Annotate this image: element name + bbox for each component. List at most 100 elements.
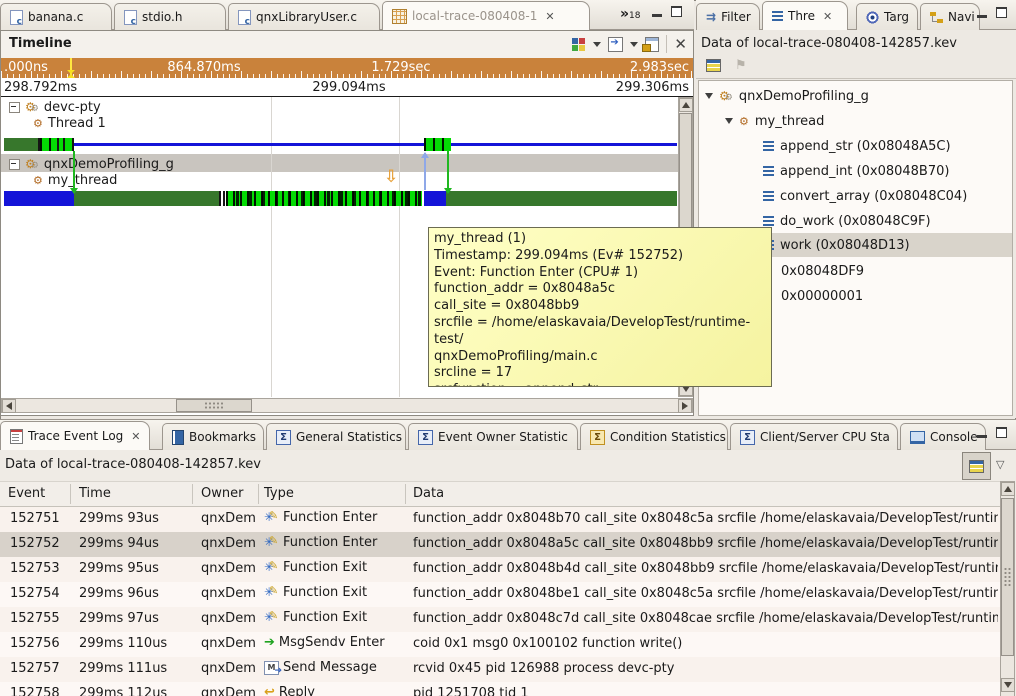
tab-condition-statistics[interactable]: Σ Condition Statistics xyxy=(580,423,728,450)
timeline-row-qnxdemoprofiling[interactable]: qnxDemoProfiling_g xyxy=(9,157,174,172)
timeline-state-segment xyxy=(219,191,221,206)
collapse-icon[interactable] xyxy=(9,159,20,170)
editor-tab-overflow-chevron[interactable]: »18 xyxy=(620,6,641,22)
chevron-down-icon[interactable] xyxy=(630,42,638,47)
column-header-owner[interactable]: Owner xyxy=(201,486,243,501)
minimize-icon[interactable] xyxy=(977,435,987,438)
tree-item-thread[interactable]: my_thread xyxy=(725,109,1012,133)
maximize-icon[interactable] xyxy=(996,427,1007,438)
scroll-up-icon[interactable] xyxy=(679,98,693,112)
tab-label: Trace Event Log xyxy=(28,429,123,443)
tree-item-function[interactable]: convert_array (0x08048C04) xyxy=(763,184,1012,208)
tab-label: Filter xyxy=(721,10,751,24)
tab-target[interactable]: Targ xyxy=(856,3,918,30)
editor-tab-local-trace[interactable]: local-trace-080408-1 ✕ xyxy=(382,1,590,30)
timeline-hscrollbar[interactable] xyxy=(1,398,693,413)
event-row-152755[interactable]: 152755299ms 97usqnxDemoProfiling_gFuncti… xyxy=(0,607,1000,632)
expander-open-icon[interactable] xyxy=(725,118,733,124)
toggle-table-view-button[interactable] xyxy=(962,452,991,480)
right-panel-toolbar xyxy=(696,52,1016,79)
cell-owner: qnxDemoProfiling_g xyxy=(201,561,256,576)
column-header-type[interactable]: Type xyxy=(264,486,294,501)
tree-item-address[interactable]: 0x00000001 xyxy=(781,284,1012,308)
tab-console[interactable]: Console xyxy=(900,423,986,450)
sigma-icon: Σ xyxy=(418,430,433,445)
minimize-icon[interactable] xyxy=(977,15,987,18)
column-divider[interactable] xyxy=(192,484,193,504)
tab-bookmarks[interactable]: Bookmarks xyxy=(162,423,264,450)
scroll-left-icon[interactable] xyxy=(2,399,16,413)
event-row-152752[interactable]: 152752299ms 94usqnxDemoProfiling_gFuncti… xyxy=(0,532,1000,557)
scroll-up-icon[interactable] xyxy=(1001,482,1015,496)
scroll-thumb[interactable] xyxy=(1001,498,1014,656)
tree-item-label: 0x08048DF9 xyxy=(781,264,864,279)
scroll-thumb[interactable] xyxy=(176,399,252,412)
close-icon[interactable]: ✕ xyxy=(131,430,140,443)
tab-label: Console xyxy=(930,430,978,444)
event-row-152757[interactable]: 152757299ms 111usqnxDemoProfiling_gSend … xyxy=(0,657,1000,682)
column-header-data[interactable]: Data xyxy=(413,486,444,501)
maximize-icon[interactable] xyxy=(996,7,1007,18)
list-icon xyxy=(772,11,783,21)
tab-filter[interactable]: Filter xyxy=(696,3,760,30)
timeline-row-my-thread[interactable]: my_thread xyxy=(33,173,117,188)
close-icon[interactable]: ✕ xyxy=(674,35,687,53)
close-icon[interactable]: ✕ xyxy=(823,10,832,23)
editor-tab-label: banana.c xyxy=(28,10,83,24)
scroll-down-icon[interactable] xyxy=(1001,678,1015,692)
tab-trace-event-log[interactable]: Trace Event Log ✕ xyxy=(0,421,150,450)
tab-event-owner-statistic[interactable]: Σ Event Owner Statistic xyxy=(408,423,578,450)
timeline-row-thread1[interactable]: Thread 1 xyxy=(33,116,106,131)
lock-sync-icon[interactable] xyxy=(645,37,659,52)
cell-data: function_addr 0x8048c7d call_site 0x8048… xyxy=(413,611,998,626)
tree-item-function[interactable]: do_work (0x08048C9F) xyxy=(763,209,1012,233)
view-menu-icon[interactable] xyxy=(996,458,1004,471)
tab-thread-data[interactable]: Thre ✕ xyxy=(762,1,848,30)
event-row-152753[interactable]: 152753299ms 95usqnxDemoProfiling_gFuncti… xyxy=(0,557,1000,582)
goto-event-icon[interactable] xyxy=(608,37,623,52)
thread-switch-line xyxy=(73,151,75,189)
chevron-down-icon[interactable] xyxy=(593,42,601,47)
cell-time: 299ms 97us xyxy=(79,611,189,626)
ruler-selection-marker[interactable] xyxy=(70,58,72,78)
editor-tab-stdio[interactable]: stdio.h xyxy=(114,3,226,30)
editor-tab-banana[interactable]: banana.c xyxy=(0,3,112,30)
column-divider[interactable] xyxy=(70,484,71,504)
timeline-ruler-zoomed[interactable]: 298.792ms 299.094ms 299.306ms xyxy=(1,78,693,97)
tree-item-address[interactable]: 0x08048DF9 xyxy=(781,259,1012,283)
column-header-event[interactable]: Event xyxy=(8,486,45,501)
timeline-row-devc-pty[interactable]: devc-pty xyxy=(9,100,101,115)
close-icon[interactable]: ✕ xyxy=(545,10,554,23)
sigma-icon: Σ xyxy=(740,430,755,445)
tab-navigator[interactable]: Navi xyxy=(920,3,980,30)
collapse-icon[interactable] xyxy=(9,102,20,113)
tab-general-statistics[interactable]: Σ General Statistics xyxy=(266,423,406,450)
tab-client-server-cpu[interactable]: Σ Client/Server CPU Sta xyxy=(730,423,898,450)
timeline-ruler-full[interactable]: .000ns 864.870ms 1.729sec 2.983sec xyxy=(1,58,693,78)
timeline-state-segment xyxy=(424,191,446,206)
editor-tab-qnxlibraryuser[interactable]: qnxLibraryUser.c xyxy=(228,3,380,30)
timeline-state-segment xyxy=(72,138,74,151)
cell-owner: qnxDemoProfiling_g xyxy=(201,636,256,651)
column-divider[interactable] xyxy=(405,484,406,504)
navigator-icon xyxy=(930,11,943,24)
event-row-152754[interactable]: 152754299ms 96usqnxDemoProfiling_gFuncti… xyxy=(0,582,1000,607)
table-vscrollbar[interactable] xyxy=(1000,481,1015,696)
scroll-right-icon[interactable] xyxy=(678,399,692,413)
minimize-icon[interactable] xyxy=(652,14,662,17)
event-row-152751[interactable]: 152751299ms 93usqnxDemoProfiling_gFuncti… xyxy=(0,507,1000,532)
tree-item-function[interactable]: append_int (0x08048B70) xyxy=(763,159,1012,183)
function-icon xyxy=(763,166,774,176)
tree-item-function[interactable]: append_str (0x08048A5C) xyxy=(763,134,1012,158)
tree-item-process[interactable]: qnxDemoProfiling_g xyxy=(705,84,1012,108)
maximize-icon[interactable] xyxy=(671,6,682,17)
event-row-152756[interactable]: 152756299ms 110usqnxDemoProfiling_gMsgSe… xyxy=(0,632,1000,657)
column-header-time[interactable]: Time xyxy=(79,486,111,501)
c-file-icon xyxy=(10,10,23,25)
display-mode-icon[interactable] xyxy=(572,38,586,51)
column-divider[interactable] xyxy=(258,484,259,504)
expander-open-icon[interactable] xyxy=(705,93,713,99)
event-row-152758[interactable]: 152758299ms 112usqnxDemoProfiling_gReply… xyxy=(0,682,1000,696)
show-table-icon[interactable] xyxy=(706,59,721,72)
editor-tabbar: banana.c stdio.h qnxLibraryUser.c local-… xyxy=(0,0,694,30)
